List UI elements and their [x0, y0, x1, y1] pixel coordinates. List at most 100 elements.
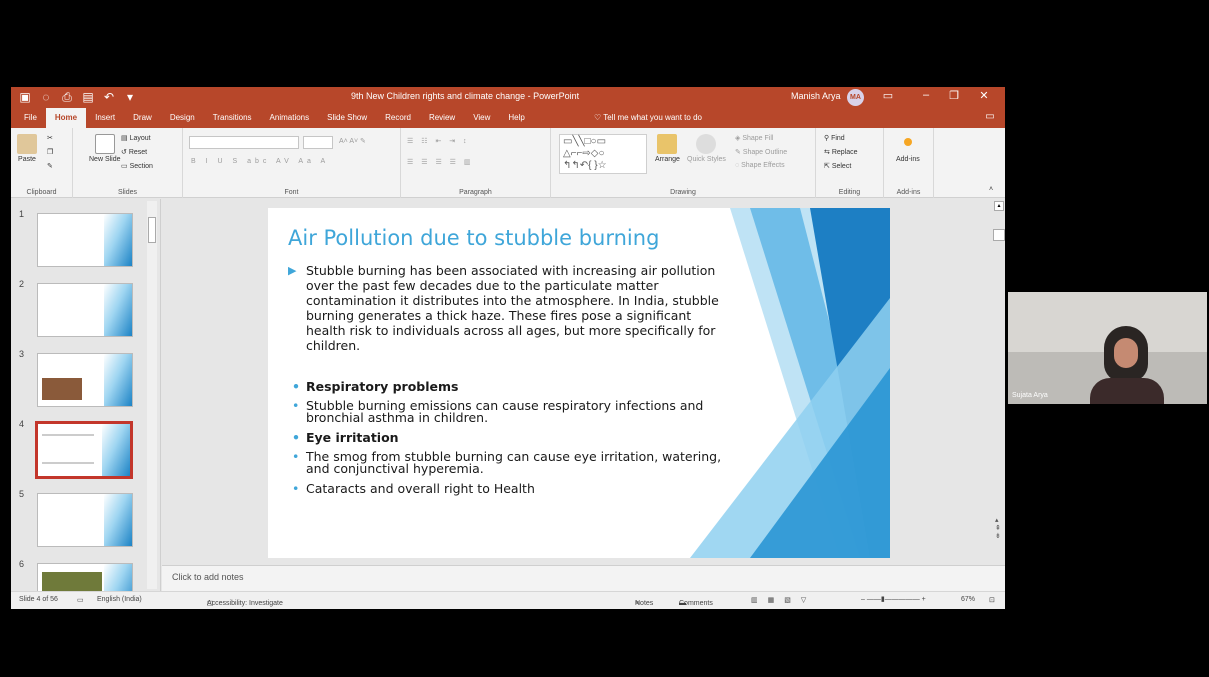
reset-button[interactable]: ↺ Reset — [121, 148, 147, 156]
thumbnail-scrollbar[interactable] — [147, 201, 157, 589]
bullet-item: • Eye irritation — [292, 430, 399, 445]
replace-button[interactable]: ⇆ Replace — [824, 148, 858, 156]
arrange-button[interactable]: Arrange — [655, 134, 680, 163]
maximize-icon[interactable]: ❐ — [945, 89, 963, 102]
reset-icon: ↺ — [121, 149, 129, 156]
find-button[interactable]: ⚲ Find — [824, 134, 845, 142]
tab-insert[interactable]: Insert — [86, 108, 124, 128]
pen-icon: ✎ — [735, 149, 743, 156]
shape-outline-button[interactable]: ✎ Shape Outline — [735, 148, 787, 156]
select-button[interactable]: ⇱ Select — [824, 162, 851, 170]
customize-qat-icon[interactable]: ▾ — [124, 89, 136, 105]
notes-placeholder: Click to add notes — [172, 572, 244, 582]
drawing-label: Drawing — [670, 189, 696, 196]
clipboard-group: Paste ✂ ❐ ✎ Clipboard — [11, 128, 73, 198]
slide[interactable]: Air Pollution due to stubble burning ▶ S… — [268, 208, 890, 558]
shapes-gallery[interactable]: ▭╲╲□○▭ △⌐⌐⇨◇○ ↰↰↶{ }☆ — [559, 134, 647, 174]
slides-label: Slides — [117, 189, 138, 196]
language-indicator[interactable]: English (India) — [97, 596, 142, 603]
slide-thumbnail-1[interactable] — [37, 213, 133, 267]
comments-icon[interactable]: ▭ — [981, 111, 999, 122]
shape-effects-button[interactable]: ◌ Shape Effects — [735, 162, 785, 169]
print-preview-icon[interactable]: ⎙ — [61, 89, 73, 105]
paste-icon — [17, 134, 37, 154]
open-icon[interactable]: ▤ — [82, 89, 94, 105]
cut-icon[interactable]: ✂ — [47, 134, 53, 142]
avatar[interactable]: MA — [847, 89, 864, 106]
slides-group: New Slide ▤ Layout ↺ Reset ▭ Section Sli… — [73, 128, 183, 198]
tab-home[interactable]: Home — [45, 108, 87, 128]
tab-view[interactable]: View — [464, 108, 499, 128]
shape-fill-button[interactable]: ◈ Shape Fill — [735, 134, 773, 142]
add-ins-button[interactable]: Add-ins — [896, 134, 920, 163]
undo-icon[interactable]: ↶ — [103, 89, 115, 105]
new-slide-button[interactable]: New Slide — [89, 134, 121, 163]
font-label: Font — [284, 189, 299, 196]
slide-thumbnail-4[interactable] — [35, 421, 133, 479]
font-size-box[interactable] — [303, 136, 333, 149]
arrow-bullet-icon: ▶ — [288, 264, 297, 277]
close-icon[interactable]: ✕ — [975, 89, 993, 102]
slide-thumbnail-2[interactable] — [37, 283, 133, 337]
slide-thumbnail-5[interactable] — [37, 493, 133, 547]
slide-body[interactable]: ▶ Stubble burning has been associated wi… — [288, 263, 728, 502]
thumbnail-number: 5 — [19, 489, 25, 499]
tell-me-search[interactable]: ♡ Tell me what you want to do — [594, 113, 702, 122]
notes-pane[interactable]: Click to add notes — [162, 565, 1005, 591]
tab-transitions[interactable]: Transitions — [204, 108, 261, 128]
quick-access-toolbar: ▣ ◌ ⎙ ▤ ↶ ▾ — [19, 89, 136, 105]
slide-counter[interactable]: Slide 4 of 56 — [19, 596, 58, 603]
font-name-box[interactable] — [189, 136, 299, 149]
prev-next-slide-icon[interactable]: ▴ ⇞ ⇟ — [995, 517, 1001, 541]
font-size-buttons[interactable]: A˄ A˅ ✎ — [339, 137, 366, 145]
slide-editor: Air Pollution due to stubble burning ▶ S… — [162, 199, 1005, 565]
slide-thumbnail-3[interactable] — [37, 353, 133, 407]
tab-help[interactable]: Help — [499, 108, 533, 128]
thumbnail-number: 4 — [19, 419, 25, 429]
tab-file[interactable]: File — [15, 108, 46, 128]
ribbon-display-options-icon[interactable]: ▭ — [879, 89, 897, 102]
format-painter-icon[interactable]: ✎ — [47, 162, 53, 170]
editing-label: Editing — [838, 189, 861, 196]
editor-scrollbar[interactable]: ▴ ▴ ⇞ ⇟ — [993, 199, 1005, 565]
slide-title[interactable]: Air Pollution due to stubble burning — [288, 226, 659, 250]
cursor-icon: ⇱ — [824, 163, 832, 170]
minimize-icon[interactable]: – — [917, 89, 935, 101]
tab-animations[interactable]: Animations — [261, 108, 319, 128]
lead-paragraph: ▶ Stubble burning has been associated wi… — [288, 263, 719, 353]
copy-icon[interactable]: ❐ — [47, 148, 53, 156]
paste-button[interactable]: Paste — [17, 134, 37, 163]
save-icon[interactable]: ▣ — [19, 89, 31, 105]
zoom-slider[interactable]: – ——▮————— + — [861, 592, 926, 608]
tab-design[interactable]: Design — [161, 108, 204, 128]
zoom-level[interactable]: 67% — [961, 596, 975, 603]
bullet-list: • Respiratory problems • Stubble burning e… — [288, 379, 728, 496]
bullet-dot-icon: • — [292, 481, 300, 496]
section-button[interactable]: ▭ Section — [121, 162, 153, 170]
layout-icon: ▤ — [121, 135, 130, 142]
tab-slide-show[interactable]: Slide Show — [318, 108, 376, 128]
spell-check-icon[interactable]: ▭ — [77, 596, 84, 604]
quick-styles-button[interactable]: Quick Styles — [687, 134, 726, 163]
tab-record[interactable]: Record — [376, 108, 420, 128]
autosave-icon[interactable]: ◌ — [40, 89, 52, 105]
thumbnail-number: 2 — [19, 279, 25, 289]
scroll-thumb[interactable] — [993, 229, 1005, 241]
account-name[interactable]: Manish Arya — [791, 91, 841, 101]
tab-draw[interactable]: Draw — [124, 108, 161, 128]
tab-review[interactable]: Review — [420, 108, 464, 128]
collapse-ribbon-icon[interactable]: ˄ — [989, 186, 993, 193]
participant-name: Sujata Arya — [1012, 392, 1048, 399]
bullet-item: • Cataracts and overall right to Health — [292, 481, 535, 496]
bullet-dot-icon: • — [292, 398, 300, 413]
fit-to-window-icon[interactable]: ⊡ — [989, 596, 995, 604]
slide-thumbnail-pane: 1 2 3 4 5 6 — [11, 199, 161, 609]
bullet-dot-icon: • — [292, 379, 300, 394]
list-buttons[interactable]: ☰ ☷ ⇤ ⇥ ↕ — [407, 137, 470, 145]
view-buttons[interactable]: ▥▦▧▽ — [751, 596, 816, 604]
scroll-up-icon[interactable]: ▴ — [994, 201, 1004, 211]
font-format-buttons[interactable]: B I U S abc AV Aa A — [191, 158, 329, 165]
add-ins-icon — [903, 138, 912, 146]
layout-button[interactable]: ▤ Layout — [121, 134, 151, 142]
alignment-buttons[interactable]: ☰ ☰ ☰ ☰ ▥ — [407, 158, 474, 166]
